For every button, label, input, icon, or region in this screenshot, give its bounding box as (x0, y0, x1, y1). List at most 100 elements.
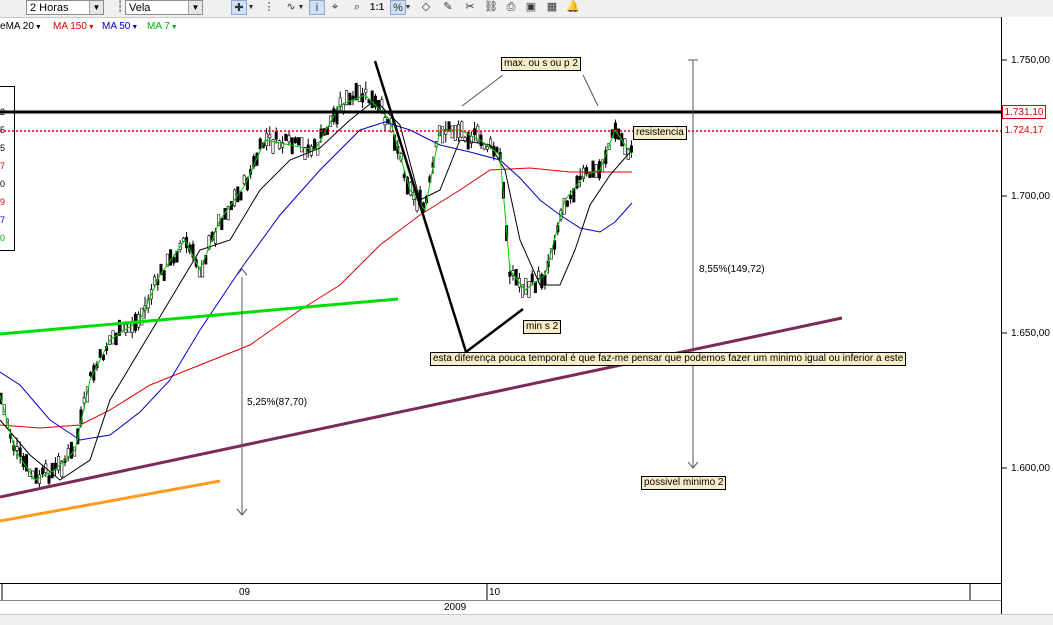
price-chart[interactable] (0, 17, 1001, 583)
ma150-line (0, 167, 632, 429)
time-axis[interactable]: 09 10 (0, 583, 1001, 601)
candle-body (242, 175, 246, 185)
candle-body (89, 372, 93, 377)
timeframe-select[interactable]: 2 Horas ▼ (26, 0, 104, 15)
candle-body (268, 134, 272, 139)
candle-body (57, 456, 61, 471)
chevron-down-icon[interactable]: ▼ (297, 0, 305, 15)
print-icon[interactable]: ⎙ (503, 0, 519, 15)
callout-line (582, 74, 599, 107)
candle-body (357, 85, 361, 103)
alert-bell-icon[interactable]: 🔔 (565, 0, 581, 15)
candle-body (460, 121, 464, 138)
x-ticks (1, 584, 971, 601)
green-trendline (0, 297, 399, 336)
horizontal-scrollbar[interactable] (0, 614, 1053, 625)
candle-body (450, 125, 454, 139)
candle-body (591, 160, 595, 178)
annotation-max[interactable]: max. ou s ou p 2 (501, 57, 581, 71)
candle-body (153, 276, 157, 286)
candle-body (527, 281, 531, 298)
candle-body (239, 191, 243, 201)
candle-body (98, 349, 102, 358)
candle-body (34, 467, 38, 484)
candle-body (37, 474, 41, 484)
candle-body (162, 270, 166, 281)
candle-body (15, 446, 19, 451)
candle-body (169, 249, 173, 266)
ma7-line (0, 94, 633, 481)
annotation-note[interactable]: esta diferença pouca temporal é que faz-… (430, 352, 907, 366)
orange-trendline (0, 479, 221, 523)
chart-type-value: Vela (129, 2, 151, 14)
zoom-icon[interactable]: ⌕ (349, 0, 365, 15)
annotation-resistance[interactable]: resistencia (633, 126, 687, 140)
candle-body (453, 125, 457, 141)
zoom-ratio-button[interactable]: 1:1 (369, 0, 385, 15)
timeframe-value: 2 Horas (30, 2, 69, 14)
candle-body (565, 200, 569, 207)
candle-body (220, 217, 224, 231)
chevron-down-icon[interactable]: ▼ (404, 0, 412, 15)
candle-body (274, 131, 278, 140)
toolbar: 2 Horas ▼ ┆ Vela ▼ ✚ ▼ ⋮ ∿ ▼ i ⌖ ⌕ 1:1 %… (0, 0, 1053, 18)
candle-body (300, 137, 304, 153)
candle-body (348, 92, 352, 106)
ma20-line (0, 99, 633, 481)
info-icon[interactable]: i (309, 0, 325, 15)
annotation-pct-left[interactable]: 5,25%(87,70) (247, 397, 307, 408)
y-tick-label: 1.750,00 (1011, 55, 1050, 66)
candle-body (277, 140, 281, 150)
candle-body (485, 146, 489, 150)
annotation-pct-right[interactable]: 8,55%(149,72) (699, 264, 765, 275)
y-tick-label: 1.650,00 (1011, 328, 1050, 339)
candle-body (543, 274, 547, 286)
grid-icon[interactable]: ⋮ (261, 0, 277, 15)
fit-icon[interactable]: ⌖ (327, 0, 343, 15)
price-tag-level: 1.724,17 (1002, 124, 1046, 138)
candle-body (585, 167, 589, 175)
candle-body (524, 277, 528, 295)
candle-body (130, 322, 134, 333)
crosshair-icon[interactable]: ✚ (231, 0, 247, 15)
candle-body (508, 271, 512, 277)
chart-type-select[interactable]: Vela ▼ (125, 0, 203, 15)
pencil-icon[interactable]: ✎ (440, 0, 456, 15)
candle-body (402, 174, 406, 178)
y-tick-label: 1.700,00 (1011, 191, 1050, 202)
candle-body (47, 475, 51, 484)
price-tag-resistance: 1.731,10 (1002, 105, 1046, 119)
chevron-down-icon[interactable]: ▼ (89, 1, 103, 14)
drawn-line (373, 60, 468, 353)
candle-body (293, 137, 297, 144)
eraser-icon[interactable]: ◇ (418, 0, 434, 15)
candle-body (313, 139, 317, 150)
candle-body (258, 138, 262, 150)
candle-body (69, 441, 73, 459)
chevron-down-icon[interactable]: ▼ (247, 0, 255, 15)
candlesticks (0, 81, 633, 489)
purple-trendline (0, 316, 843, 499)
chevron-down-icon[interactable]: ▼ (188, 1, 202, 14)
candle-body (530, 273, 534, 283)
candle-body (386, 119, 390, 123)
scissors-icon[interactable]: ✂ (462, 0, 478, 15)
candle-body (287, 134, 291, 143)
candle-body (297, 137, 301, 146)
candle-body (441, 126, 445, 144)
candle-body (265, 132, 269, 146)
candle-body (172, 257, 176, 264)
candle-body (364, 88, 368, 93)
annotation-min-s[interactable]: min s 2 (523, 320, 562, 334)
candle-body (569, 195, 573, 200)
year-label: 2009 (444, 602, 467, 613)
candle-body (354, 82, 358, 101)
annotation-possible-min[interactable]: possivel minimo 2 (641, 476, 727, 490)
chart-settings-icon[interactable]: ▦ (544, 0, 560, 15)
candle-body (370, 90, 374, 109)
candle-body (284, 133, 288, 141)
y-tick-label: 1.600,00 (1011, 463, 1050, 474)
candle-body (380, 99, 384, 111)
link-icon[interactable]: ⛓ (483, 0, 499, 15)
image-icon[interactable]: ▣ (523, 0, 539, 15)
